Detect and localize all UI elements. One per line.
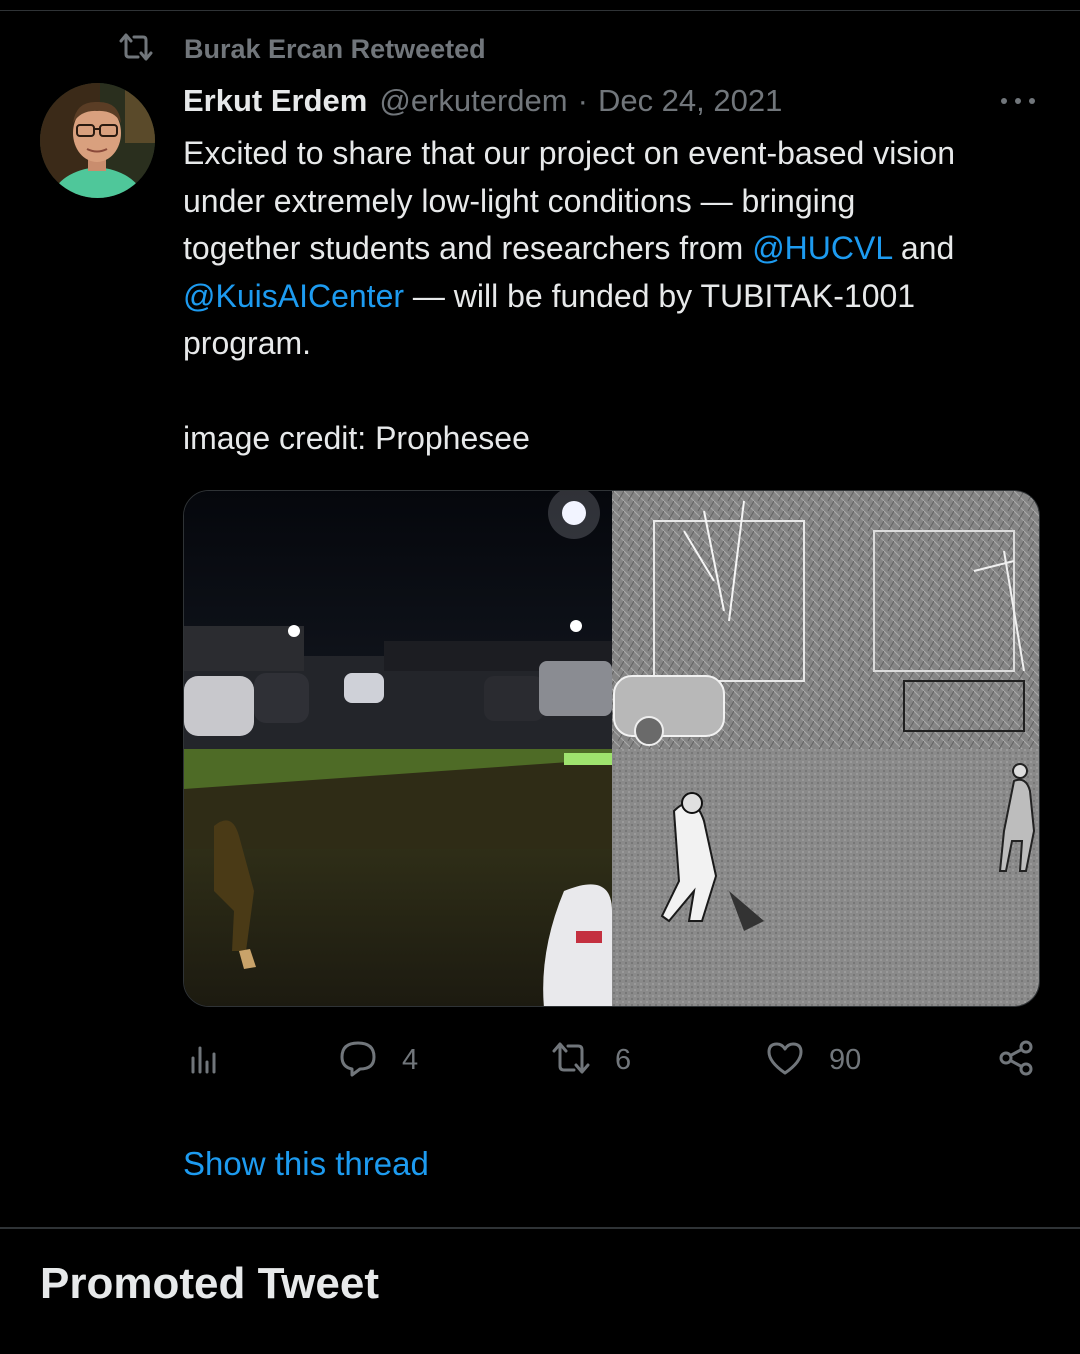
- tweet-text: Excited to share that our project on eve…: [183, 130, 1053, 368]
- analytics-icon: [185, 1038, 225, 1083]
- more-options-button[interactable]: [998, 86, 1038, 116]
- share-button[interactable]: [997, 1032, 1061, 1088]
- retweet-icon: [551, 1038, 591, 1083]
- tweet-text-segment: and: [891, 230, 955, 266]
- tweet-text-segment: program.: [183, 325, 312, 361]
- social-context[interactable]: Burak Ercan Retweeted: [118, 32, 486, 66]
- retweeted-by-label: Burak Ercan Retweeted: [184, 33, 486, 64]
- reply-icon: [338, 1038, 378, 1083]
- tweet-text-segment: — will be funded by TUBITAK-1001: [404, 277, 916, 314]
- mention-link[interactable]: @HUCVL: [752, 230, 892, 266]
- heart-icon: [765, 1038, 805, 1083]
- tweet-header: Erkut Erdem @erkuterdem · Dec 24, 2021: [183, 80, 1043, 122]
- tweet-text-segment: together students and researchers from: [183, 230, 753, 266]
- more-dots-icon: [1001, 98, 1007, 104]
- top-divider: [0, 10, 1080, 11]
- analytics-button[interactable]: [185, 1032, 249, 1088]
- promoted-heading: Promoted Tweet: [40, 1259, 380, 1308]
- retweet-icon: [118, 32, 154, 67]
- retweet-count: 6: [615, 1043, 632, 1076]
- more-dot: [1029, 98, 1035, 104]
- separator-dot: ·: [577, 83, 588, 118]
- tweet-text-line: @KuisAICenter — will be funded by TUBITA…: [183, 273, 1053, 321]
- tweet-text-line: program.: [183, 320, 1053, 368]
- mention-link[interactable]: @KuisAICenter: [183, 278, 404, 314]
- tweet-date[interactable]: Dec 24, 2021: [598, 83, 782, 119]
- tweet-text-line: Excited to share that our project on eve…: [183, 130, 1053, 178]
- share-icon: [997, 1038, 1037, 1083]
- image-grid-icon: [184, 491, 1039, 1006]
- section-divider: [0, 1227, 1080, 1229]
- tweet-text-segment: under extremely low-light conditions — b…: [183, 182, 856, 219]
- reply-count: 4: [402, 1043, 419, 1076]
- retweet-button[interactable]: 6: [551, 1032, 631, 1088]
- like-button[interactable]: 90: [765, 1032, 861, 1088]
- avatar[interactable]: [40, 83, 155, 198]
- show-thread-link[interactable]: Show this thread: [183, 1145, 429, 1183]
- tweet-actions: 4 6 90: [183, 1032, 1043, 1088]
- image-credit: image credit: Prophesee: [183, 420, 530, 456]
- reply-button[interactable]: 4: [338, 1032, 418, 1088]
- author-name[interactable]: Erkut Erdem: [183, 83, 367, 119]
- tweet-media[interactable]: [183, 490, 1040, 1007]
- like-count: 90: [829, 1043, 862, 1076]
- author-handle[interactable]: @erkuterdem: [379, 83, 567, 119]
- more-dot: [1015, 98, 1021, 104]
- tweet-text-line: under extremely low-light conditions — b…: [183, 178, 1053, 226]
- tweet-text-segment: Excited to share that our project on eve…: [183, 135, 955, 171]
- tweet-text-line: together students and researchers from @…: [183, 225, 1053, 273]
